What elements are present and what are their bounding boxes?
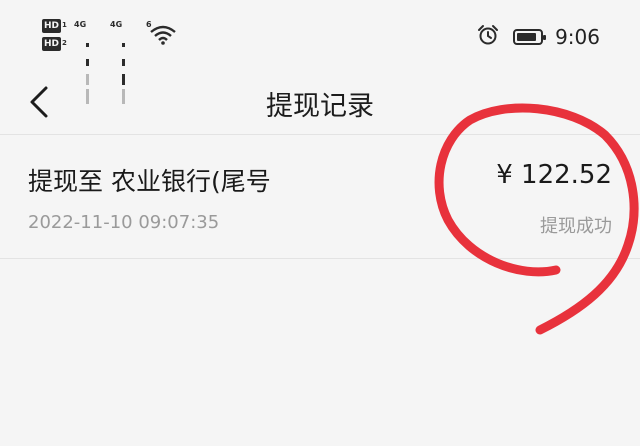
record-divider [0, 258, 640, 259]
withdraw-amount: ¥ 122.52 [496, 160, 612, 190]
sim-badges: HD 1 HD 2 [42, 18, 67, 54]
page-header: 提现记录 [0, 72, 640, 132]
battery-icon [513, 29, 547, 45]
withdraw-timestamp: 2022-11-10 09:07:35 [28, 212, 220, 233]
page-title: 提现记录 [266, 91, 374, 122]
header-divider [0, 134, 640, 135]
status-right-group: 9:06 [477, 24, 600, 50]
list-item[interactable]: 提现至 农业银行(尾号 ¥ 122.52 2022-11-10 09:07:35… [0, 138, 640, 258]
sim1-hd-badge: HD 1 [42, 19, 67, 33]
status-time: 9:06 [555, 25, 600, 49]
withdraw-destination: 提现至 农业银行(尾号 [28, 167, 271, 196]
alarm-icon [477, 24, 499, 50]
withdraw-status: 提现成功 [540, 216, 612, 237]
sim2-hd-badge: HD 2 [42, 37, 67, 51]
status-bar: HD 1 HD 2 4G 4G 6 9:06 [0, 0, 640, 104]
wifi-icon: 6 [146, 20, 178, 50]
